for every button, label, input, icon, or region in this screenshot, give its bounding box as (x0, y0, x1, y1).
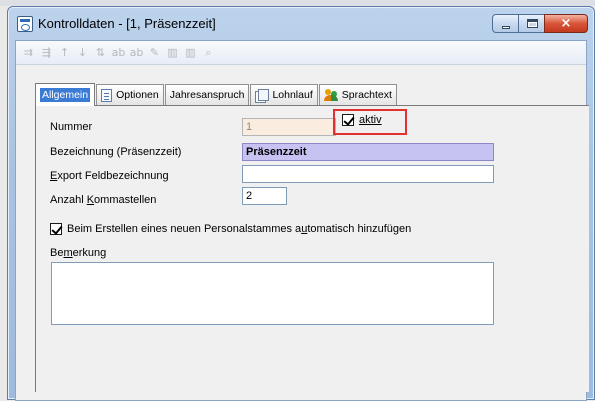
close-button[interactable]: × (544, 14, 588, 33)
edit-icon[interactable]: ✎ (146, 45, 163, 61)
tab-lohnlauf-label: Lohnlauf (272, 89, 313, 101)
people-icon (323, 88, 338, 102)
bezeichnung-label: Bezeichnung (Präsenzzeit) (50, 146, 182, 158)
insert-row-icon[interactable]: ⇉ (20, 45, 37, 61)
auto-add-label: Beim Erstellen eines neuen Personalstamm… (67, 223, 411, 235)
window-title: Kontrolldaten - [1, Präsenzzeit] (38, 16, 216, 31)
sort-icon[interactable]: ⇅ (92, 45, 109, 61)
tab-lohnlauf[interactable]: Lohnlauf (250, 84, 318, 105)
auto-label-post: tomatisch hinzufügen (307, 223, 412, 235)
bemerkung-textarea[interactable] (51, 262, 494, 325)
tab-allgemein-label: Allgemein (40, 88, 91, 102)
bezeichnung-field[interactable]: Präsenzzeit (242, 143, 494, 161)
tab-sprachtext-label: Sprachtext (341, 89, 392, 101)
nummer-label: Nummer (50, 121, 93, 133)
auto-label-pre: Beim Erstellen eines neuen Personalstamm… (67, 223, 302, 235)
tab-jahresanspruch-label: Jahresanspruch (169, 89, 245, 101)
aktiv-checkbox-row[interactable]: aktiv (342, 114, 382, 126)
spellcheck-icon[interactable]: ab (110, 45, 127, 61)
tab-allgemein[interactable]: Allgemein (35, 83, 96, 106)
komma-label-post: ommastellen (94, 194, 157, 206)
close-icon: × (560, 16, 572, 31)
auto-add-checkbox-row[interactable]: Beim Erstellen eines neuen Personalstamm… (50, 223, 411, 235)
search-icon[interactable]: ⌕ (200, 45, 217, 61)
aktiv-label: aktiv (359, 114, 382, 126)
arrow-down-icon[interactable]: ↓ (74, 45, 91, 61)
export-feldbezeichnung-label: Export Feldbezeichnung (50, 170, 169, 182)
maximize-button[interactable] (518, 14, 545, 33)
arrow-up-icon[interactable]: ↑ (56, 45, 73, 61)
minimize-button[interactable] (492, 14, 519, 33)
document-icon (101, 88, 113, 102)
tab-jahresanspruch[interactable]: Jahresanspruch (164, 84, 250, 105)
anzahl-kommastellen-label: Anzahl Kommastellen (50, 194, 156, 206)
spellcheck-all-icon[interactable]: ab (128, 45, 145, 61)
tab-strip: Allgemein Optionen Jahresanspruch Lohnla… (35, 82, 398, 106)
tab-sprachtext[interactable]: Sprachtext (318, 84, 397, 105)
bemerkung-label-pre: Be (50, 247, 64, 259)
pages-icon (255, 88, 270, 103)
komma-label-accel: K (86, 194, 95, 206)
export-label-post: xport Feldbezeichnung (57, 170, 169, 182)
columns-icon[interactable]: ▥ (164, 45, 181, 61)
komma-label-pre: Anzahl (50, 194, 87, 206)
export-feldbezeichnung-field[interactable] (242, 165, 494, 183)
window-controls: × (492, 14, 588, 33)
columns-2-icon[interactable]: ▥ (182, 45, 199, 61)
delete-row-icon[interactable]: ⇶ (38, 45, 55, 61)
tab-optionen[interactable]: Optionen (96, 84, 164, 105)
auto-add-checkbox[interactable] (50, 223, 62, 235)
tab-optionen-label: Optionen (116, 89, 159, 101)
title-bar[interactable]: Kontrolldaten - [1, Präsenzzeit] × (8, 7, 594, 41)
aktiv-checkbox[interactable] (342, 114, 354, 126)
maximize-icon (527, 19, 538, 28)
bemerkung-label-post: erkung (72, 247, 107, 259)
app-icon (17, 16, 33, 32)
toolbar: ⇉ ⇶ ↑ ↓ ⇅ ab ab ✎ ▥ ▥ ⌕ (16, 41, 586, 65)
minimize-icon (502, 26, 510, 29)
bemerkung-label-accel: m (63, 247, 73, 259)
nummer-field[interactable]: 1 (242, 118, 336, 136)
bemerkung-label: Bemerkung (50, 247, 106, 259)
anzahl-kommastellen-field[interactable]: 2 (242, 187, 287, 205)
